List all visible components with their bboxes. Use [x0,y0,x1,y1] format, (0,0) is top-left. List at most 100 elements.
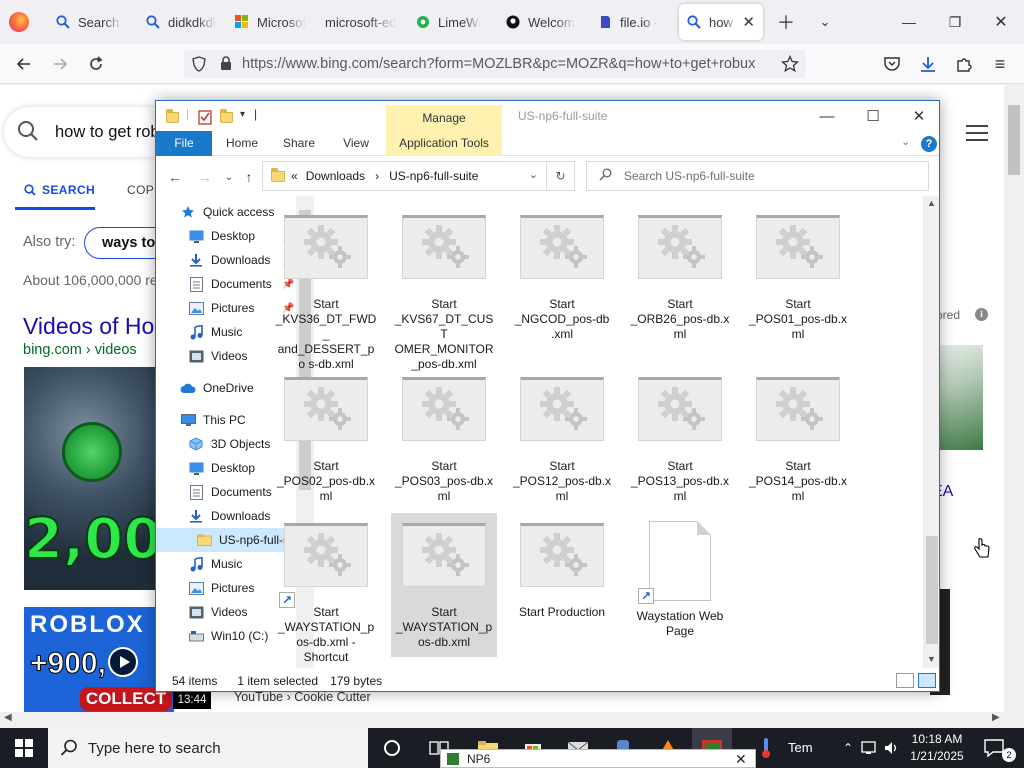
bing-menu-icon[interactable] [966,125,988,141]
address-dropdown-icon[interactable]: ⌄ [529,168,538,181]
browser-tab[interactable]: microsoft-ed [325,4,397,40]
search-icon[interactable] [17,120,39,145]
file-item[interactable]: Start _KVS36_DT_FWD_ and_DESSERT_po s-db… [273,205,379,372]
browser-tab[interactable]: Microsof [235,4,307,40]
breadcrumb-overflow[interactable]: « [291,169,298,183]
taskbar-clock[interactable]: 10:18 AM 1/21/2025 [902,731,972,765]
up-arrow-icon[interactable]: ↑ [240,168,258,186]
browser-tab-active[interactable]: how t ✕ [679,4,763,40]
new-tab-icon[interactable]: ＋ [774,10,798,34]
ribbon-tab-file[interactable]: File [156,131,212,156]
address-bar[interactable]: https://www.bing.com/search?form=MOZLBR&… [184,50,806,78]
download-icon[interactable] [916,52,940,76]
details-view-icon[interactable] [896,673,914,688]
properties-checkmark-icon[interactable] [198,109,212,125]
close-icon[interactable]: ✕ [896,101,939,131]
thermometer-icon[interactable] [754,736,778,760]
weather-text[interactable]: Tem [788,740,813,755]
minimize-icon[interactable]: — [804,101,850,131]
address-box[interactable]: « Downloads › US-np6-full-suite ⌄ [262,161,547,191]
taskbar-search-box[interactable]: Type here to search [48,728,368,768]
network-icon[interactable] [858,736,882,760]
ribbon-tab-home[interactable]: Home [216,131,268,156]
file-item[interactable]: Start _KVS67_DT_CUST OMER_MONITOR _pos-d… [391,205,497,372]
bing-query-text[interactable]: how to get rob [55,123,160,142]
scroll-left-icon[interactable]: ◀ [4,712,12,723]
nav-item-label: Downloads [211,253,271,267]
show-hidden-icons-chevron[interactable]: ⌃ [836,736,860,760]
scrollbar-thumb[interactable] [926,536,938,644]
file-item[interactable]: ↗ Waystation Web Page [627,513,733,639]
ribbon-tab-application-tools[interactable]: Application Tools [386,131,502,156]
video-thumbnail[interactable]: 2,000 [24,367,174,590]
file-item[interactable]: Start _ORB26_pos-db.x ml [627,205,733,342]
tracking-protection-shield-icon[interactable] [192,56,206,76]
ribbon-expand-chevron-icon[interactable]: ⌄ [901,135,910,148]
manage-context-tab[interactable]: Manage [386,105,502,131]
windows-start-icon[interactable] [12,736,36,760]
forward-arrow-icon[interactable] [48,52,72,76]
play-icon[interactable] [108,647,138,677]
videos-heading-link[interactable]: Videos of Ho [23,313,154,340]
breadcrumb-current[interactable]: US-np6-full-suite [389,169,478,183]
quick-access-dropdown-icon[interactable]: ▾ [240,109,245,120]
forward-arrow-icon[interactable]: → [196,168,214,186]
volume-icon[interactable] [880,736,904,760]
close-icon[interactable]: ✕ [735,751,747,768]
video-thumbnail[interactable]: ROBLOX +900, COLLECT [24,607,174,713]
page-scrollbar[interactable] [1004,85,1024,713]
nav-item-label: Downloads [211,509,271,523]
explorer-search-input[interactable]: Search US-np6-full-suite [586,161,929,191]
file-item[interactable]: Start _POS01_pos-db.x ml [745,205,851,342]
help-icon[interactable]: ? [921,136,937,152]
browser-tab[interactable]: Welcom [506,4,578,40]
file-list-scrollbar[interactable]: ▲ ▼ [923,196,939,668]
close-tab-icon[interactable]: ✕ [742,13,755,31]
info-icon[interactable]: i [975,308,988,321]
menu-hamburger-icon[interactable]: ≡ [988,52,1012,76]
file-item[interactable]: Start _POS03_pos-db.x ml [391,367,497,504]
lock-icon[interactable] [220,56,232,75]
scroll-up-icon[interactable]: ▲ [927,198,936,208]
taskbar-tooltip[interactable]: NP6 ✕ [440,749,756,768]
list-tabs-chevron-icon[interactable]: ⌄ [813,10,837,34]
bing-tab-search[interactable]: SEARCH [42,183,95,197]
large-icons-view-icon[interactable] [918,673,936,688]
file-item[interactable]: ↗ Start _WAYSTATION_p os-db.xml - Shortcu… [273,513,379,665]
recent-locations-chevron-icon[interactable]: ⌄ [220,168,238,186]
extensions-puzzle-icon[interactable] [952,52,976,76]
maximize-icon[interactable]: ❐ [943,10,967,34]
back-arrow-icon[interactable] [12,52,36,76]
file-item[interactable]: Start _POS12_pos-db.x ml [509,367,615,504]
bookmark-star-icon[interactable] [778,52,802,76]
breadcrumb-downloads[interactable]: Downloads [306,169,365,183]
file-item[interactable]: Start _POS13_pos-db.x ml [627,367,733,504]
file-item[interactable]: Start _POS02_pos-db.x ml [273,367,379,504]
ribbon-tab-share[interactable]: Share [273,131,325,156]
minimize-icon[interactable]: — [897,10,921,34]
reload-icon[interactable] [84,52,108,76]
ribbon-tab-view[interactable]: View [330,131,382,156]
browser-tab[interactable]: didkdkdk [146,4,216,40]
explorer-title-bar[interactable]: | ▾ | Manage US-np6-full-suite — ☐ ✕ [156,101,939,131]
close-icon[interactable]: ✕ [989,10,1013,34]
maximize-icon[interactable]: ☐ [850,101,896,131]
cortana-circle-icon[interactable] [380,736,404,760]
refresh-icon[interactable]: ↻ [547,161,575,191]
file-item[interactable]: Start _POS14_pos-db.x ml [745,367,851,504]
scrollbar-thumb[interactable] [1008,105,1020,175]
new-folder-icon[interactable] [220,109,234,123]
file-item[interactable]: Start _WAYSTATION_p os-db.xml [391,513,497,657]
file-item[interactable]: Start Production [509,513,615,620]
browser-tab[interactable]: Search - [56,4,122,40]
breadcrumb-separator[interactable]: › [375,169,379,183]
browser-tab[interactable]: file.io - [598,4,668,40]
scroll-down-icon[interactable]: ▼ [927,654,936,664]
browser-tab[interactable]: LimeWi [416,4,486,40]
firefox-logo-icon[interactable] [9,12,29,32]
back-arrow-icon[interactable]: ← [166,168,184,186]
scroll-right-icon[interactable]: ▶ [992,712,1000,723]
file-item[interactable]: Start _NGCOD_pos-db .xml [509,205,615,342]
pocket-icon[interactable] [880,52,904,76]
page-horizontal-scrollbar[interactable]: ◀ ▶ [0,712,1024,726]
